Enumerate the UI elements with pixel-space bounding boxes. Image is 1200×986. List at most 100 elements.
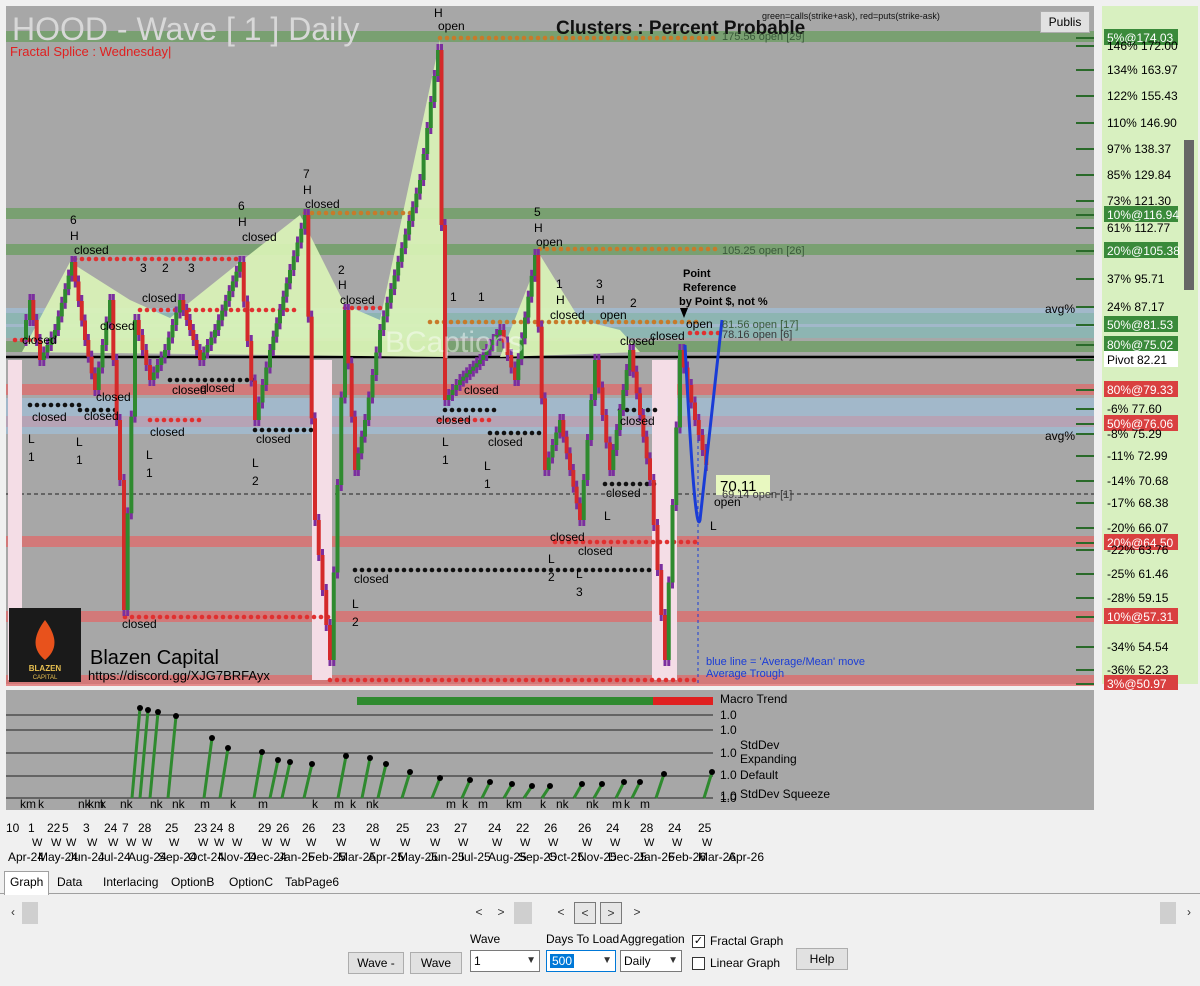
x-axis-week-marker: W [492, 837, 503, 849]
step-forward-button[interactable]: > [600, 902, 622, 924]
level-dot [79, 256, 85, 262]
level-dot [227, 614, 233, 620]
scroll-thumb-left[interactable] [22, 902, 38, 924]
level-dot [362, 677, 368, 683]
level-dot [213, 614, 219, 620]
wave-annotation: 6 [238, 199, 245, 213]
level-dot [291, 307, 297, 313]
level-dot [678, 539, 684, 545]
wave-select[interactable]: 1 ▼ [470, 950, 540, 972]
level-dot [358, 210, 364, 216]
level-dot [649, 677, 655, 683]
level-dot [656, 677, 662, 683]
level-dot [456, 407, 462, 413]
indicator-dot [599, 781, 605, 787]
candle [478, 360, 482, 364]
candle [328, 625, 332, 660]
candle [295, 242, 300, 257]
level-dot [486, 35, 492, 41]
level-dot [189, 417, 195, 423]
level-dot [479, 35, 485, 41]
level-dot [658, 319, 664, 325]
wave-annotation: closed [578, 544, 613, 558]
level-dot [497, 319, 503, 325]
price-chart[interactable]: HOOD - Wave [ 1 ] DailyFractal Splice : … [0, 0, 1200, 690]
publish-button[interactable]: Publis [1040, 11, 1090, 33]
level-dot [167, 377, 173, 383]
linear-graph-checkbox[interactable]: Linear Graph [692, 956, 780, 970]
level-dot [586, 246, 592, 252]
level-dot [76, 402, 82, 408]
x-axis-week-marker: W [32, 837, 43, 849]
tab-optionc[interactable]: OptionC [224, 872, 278, 894]
level-dot [393, 210, 399, 216]
wave-annotation: H [556, 293, 565, 307]
candle [93, 373, 97, 390]
days-select[interactable]: 500 ▼ [546, 950, 616, 972]
k-marker: m [334, 797, 344, 811]
level-band [6, 384, 1094, 395]
wave-minus-button[interactable]: Wave - [348, 952, 404, 974]
scale-label: -17% 68.38 [1107, 496, 1169, 510]
candle [370, 375, 375, 398]
indicator-dot [343, 753, 349, 759]
candle [418, 180, 422, 194]
prev-page-button[interactable]: < [468, 902, 490, 924]
wave-annotation: 2 [252, 474, 259, 488]
candle [696, 420, 701, 435]
step-back-button[interactable]: < [574, 902, 596, 924]
level-dot [471, 567, 477, 573]
wave-annotation: 1 [450, 290, 457, 304]
candle [191, 330, 196, 340]
level-dot [283, 614, 289, 620]
level-dot [491, 407, 497, 413]
help-button[interactable]: Help [796, 948, 848, 970]
scroll-right-button[interactable]: › [1178, 902, 1200, 924]
scroll-thumb-right[interactable] [1160, 902, 1176, 924]
brand-url[interactable]: https://discord.gg/XJG7BRFAyx [88, 668, 270, 683]
wave-annotation: closed [242, 230, 277, 244]
level-dot [449, 407, 455, 413]
aggregation-select[interactable]: Daily ▼ [620, 950, 682, 972]
scale-label: -34% 54.54 [1107, 640, 1169, 654]
next-button[interactable]: > [626, 902, 648, 924]
level-dot [241, 614, 247, 620]
level-dot [712, 246, 718, 252]
tab-tabpage6[interactable]: TabPage6 [280, 872, 344, 894]
level-dot [323, 210, 329, 216]
controls-bar: Wave - Wave Wave 1 ▼ Days To Load 500 ▼ … [0, 926, 1200, 986]
tab-optionb[interactable]: OptionB [166, 872, 219, 894]
tab-graph[interactable]: Graph [4, 871, 50, 895]
wave-annotation: H [596, 293, 605, 307]
wave-plus-button[interactable]: Wave [410, 952, 462, 974]
tab-data[interactable]: Data [52, 872, 87, 894]
level-dot [488, 677, 494, 683]
tab-interlacing[interactable]: Interlacing [98, 872, 163, 894]
k-marker: nk [556, 797, 570, 811]
next-page-button[interactable]: > [490, 902, 512, 924]
level-dot [439, 677, 445, 683]
k-marker: k [540, 797, 547, 811]
level-dot [327, 677, 333, 683]
wave-annotation: H [338, 278, 347, 292]
level-dot [192, 614, 198, 620]
candle [571, 470, 576, 487]
scroll-thumb-mid[interactable] [514, 902, 532, 924]
wave-annotation: open [438, 19, 465, 33]
x-axis-day: 24 [668, 821, 682, 835]
scroll-left-button[interactable]: ‹ [2, 902, 24, 924]
candle [188, 320, 192, 330]
x-axis-day: 26 [544, 821, 558, 835]
scale-scrollbar[interactable] [1184, 140, 1194, 290]
level-dot [400, 210, 406, 216]
level-dot [220, 614, 226, 620]
indicator-panel[interactable]: Macro Trend1.01.0StdDev1.0 ExpandingDefau… [0, 690, 1200, 870]
level-dot [646, 567, 652, 573]
scale-label: -11% 72.99 [1107, 449, 1168, 463]
level-dot [522, 430, 528, 436]
fractal-graph-checkbox[interactable]: ✓ Fractal Graph [692, 934, 783, 948]
k-marker: nk [120, 797, 134, 811]
prev-button[interactable]: < [550, 902, 572, 924]
candle [454, 385, 459, 390]
level-dot [171, 614, 177, 620]
